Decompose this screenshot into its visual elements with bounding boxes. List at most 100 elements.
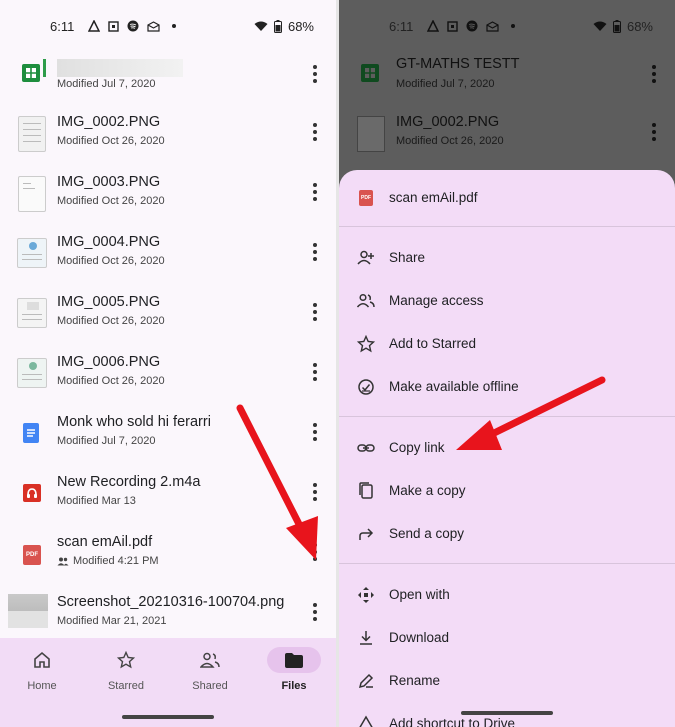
nav-shared[interactable]: Shared <box>168 648 252 692</box>
file-title: IMG_0002.PNG <box>57 114 161 130</box>
file-row[interactable]: Screenshot_20210316-100704.png Modified … <box>0 584 336 644</box>
docs-icon <box>23 423 39 443</box>
file-subtitle: Modified Oct 26, 2020 <box>396 135 504 147</box>
file-subtitle: Modified Oct 26, 2020 <box>57 315 165 327</box>
dot-icon <box>511 24 516 28</box>
file-row[interactable]: IMG_0003.PNG Modified Oct 26, 2020 <box>0 164 336 224</box>
menu-label: Rename <box>389 673 441 688</box>
file-row[interactable]: Monk who sold hi ferarri Modified Jul 7,… <box>0 404 336 464</box>
image-thumbnail <box>357 116 385 152</box>
file-subtitle: Modified Oct 26, 2020 <box>57 195 165 207</box>
redaction-bar <box>43 59 46 77</box>
divider <box>339 563 675 564</box>
menu-copy-link[interactable]: Copy link <box>339 428 675 468</box>
more-options-button[interactable] <box>306 478 324 506</box>
notification-icon <box>427 20 440 32</box>
nav-home[interactable]: Home <box>0 648 84 692</box>
menu-download[interactable]: Download <box>339 618 675 658</box>
menu-add-shortcut[interactable]: Add shortcut to Drive <box>339 704 675 727</box>
files-screen: 6:11 68% Modified Jul 7, 2020 IMG_0002.P… <box>0 0 336 727</box>
file-subtitle: Modified 4:21 PM <box>73 555 159 567</box>
menu-share[interactable]: Share <box>339 238 675 278</box>
mail-icon <box>486 20 499 32</box>
nav-home-label: Home <box>27 680 57 692</box>
app-icon <box>108 20 120 32</box>
star-icon <box>117 651 135 669</box>
file-subtitle: Modified Oct 26, 2020 <box>57 375 165 387</box>
more-options-button[interactable] <box>306 538 324 566</box>
file-row[interactable]: GT-MATHS TESTT Modified Jul 7, 2020 <box>339 44 675 104</box>
open-with-icon <box>358 587 374 603</box>
shared-icon <box>200 652 220 668</box>
battery-icon <box>612 19 621 33</box>
menu-offline[interactable]: Make available offline <box>339 367 675 407</box>
more-options-button[interactable] <box>306 358 324 386</box>
menu-label: Add to Starred <box>389 336 477 351</box>
file-title: scan emAil.pdf <box>57 534 153 550</box>
folder-icon <box>285 652 303 668</box>
more-options-button[interactable] <box>306 60 324 88</box>
pdf-icon: PDF <box>359 190 373 206</box>
image-thumbnail <box>17 358 47 388</box>
file-actions-screen: 6:11 68% GT-MATHS TESTT Modified Jul 7, … <box>339 0 675 727</box>
divider <box>339 226 675 227</box>
more-options-button[interactable] <box>645 118 663 146</box>
link-icon <box>357 444 375 452</box>
file-row[interactable]: IMG_0004.PNG Modified Oct 26, 2020 <box>0 224 336 284</box>
file-title: Screenshot_20210316-100704.png <box>57 594 285 610</box>
menu-label: Manage access <box>389 293 484 308</box>
file-row[interactable]: PDF scan emAil.pdf Modified 4:21 PM <box>0 524 336 584</box>
image-thumbnail <box>18 116 46 152</box>
battery-percent: 68% <box>626 18 653 34</box>
nav-starred-label: Starred <box>107 680 145 692</box>
offline-icon <box>358 379 374 395</box>
image-thumbnail <box>8 594 48 628</box>
menu-label: Download <box>389 630 450 645</box>
menu-make-copy[interactable]: Make a copy <box>339 471 675 511</box>
more-options-button[interactable] <box>645 60 663 88</box>
wifi-icon <box>254 21 268 31</box>
file-subtitle: Modified Jul 7, 2020 <box>57 435 156 447</box>
status-time: 6:11 <box>50 18 75 34</box>
dot-icon <box>172 24 177 28</box>
wifi-icon <box>593 21 607 31</box>
battery-percent: 68% <box>287 18 314 34</box>
more-options-button[interactable] <box>306 238 324 266</box>
file-row[interactable]: IMG_0002.PNG Modified Oct 26, 2020 <box>339 104 675 164</box>
divider <box>339 416 675 417</box>
menu-open-with[interactable]: Open with <box>339 575 675 615</box>
audio-icon <box>23 484 41 502</box>
more-options-button[interactable] <box>306 598 324 626</box>
menu-rename[interactable]: Rename <box>339 661 675 701</box>
more-options-button[interactable] <box>306 418 324 446</box>
spotify-icon <box>127 20 139 32</box>
file-row[interactable]: IMG_0005.PNG Modified Oct 26, 2020 <box>0 284 336 344</box>
menu-label: Make available offline <box>389 379 519 394</box>
menu-manage-access[interactable]: Manage access <box>339 281 675 321</box>
download-icon <box>360 631 372 645</box>
battery-icon <box>273 19 282 33</box>
more-options-button[interactable] <box>306 118 324 146</box>
more-options-button[interactable] <box>306 178 324 206</box>
file-title: IMG_0004.PNG <box>57 234 161 250</box>
nav-files[interactable]: Files <box>252 647 336 692</box>
gesture-bar <box>461 711 553 715</box>
more-options-button[interactable] <box>306 298 324 326</box>
file-subtitle: Modified Oct 26, 2020 <box>57 135 165 147</box>
file-row[interactable]: IMG_0002.PNG Modified Oct 26, 2020 <box>0 104 336 164</box>
file-row[interactable]: New Recording 2.m4a Modified Mar 13 <box>0 464 336 524</box>
image-thumbnail <box>17 238 47 268</box>
file-actions-sheet: PDF scan emAil.pdf Share Manage access A… <box>339 170 675 727</box>
menu-send-copy[interactable]: Send a copy <box>339 514 675 554</box>
nav-shared-label: Shared <box>192 680 228 692</box>
menu-label: Make a copy <box>389 483 466 498</box>
file-title: Monk who sold hi ferarri <box>57 414 211 430</box>
app-icon <box>447 20 459 32</box>
sheet-header: PDF scan emAil.pdf <box>339 170 675 226</box>
status-time: 6:11 <box>389 18 414 34</box>
menu-add-starred[interactable]: Add to Starred <box>339 324 675 364</box>
file-row[interactable]: Modified Jul 7, 2020 <box>0 44 336 104</box>
nav-starred[interactable]: Starred <box>84 648 168 692</box>
file-row[interactable]: IMG_0006.PNG Modified Oct 26, 2020 <box>0 344 336 404</box>
menu-label: Share <box>389 250 426 265</box>
